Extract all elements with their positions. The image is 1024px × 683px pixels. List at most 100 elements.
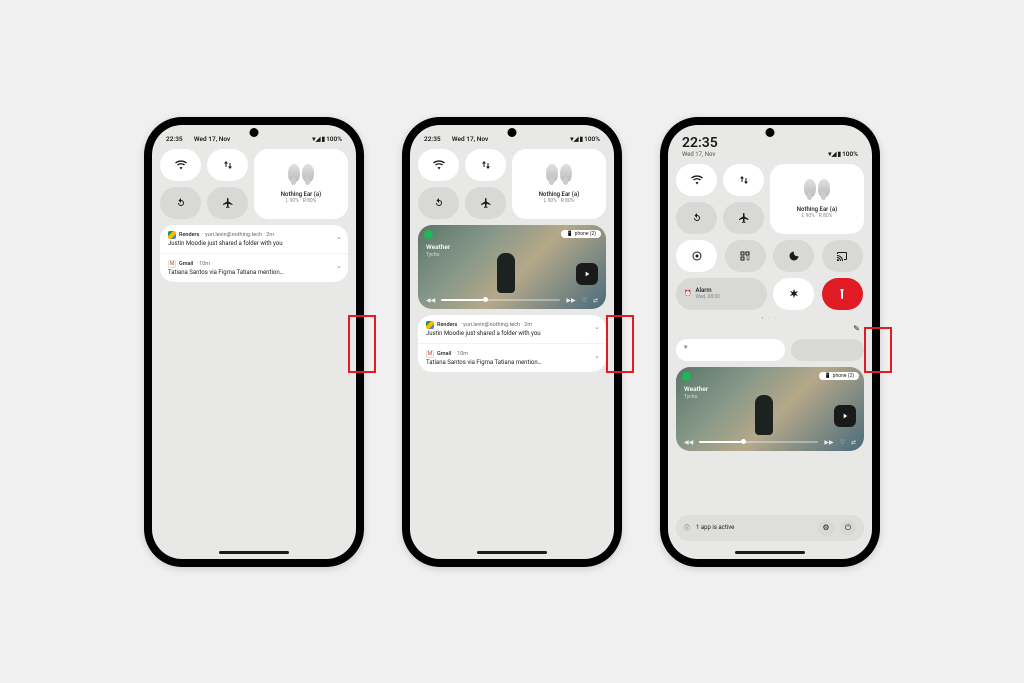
media-player-card[interactable]: 📱 phone (2) Weather Tycho ◀◀ ▶▶ ♡ ⇄ bbox=[418, 225, 606, 309]
alarm-tile[interactable]: ⏰ AlarmWed, 08:00 bbox=[676, 278, 767, 310]
play-icon bbox=[583, 270, 591, 278]
rotate-icon bbox=[691, 212, 703, 224]
highlight-box bbox=[864, 327, 892, 373]
nav-handle[interactable] bbox=[735, 551, 805, 554]
power-icon: ⏻ bbox=[845, 523, 851, 533]
highlight-box bbox=[606, 315, 634, 373]
forward-icon[interactable]: ▶▶ bbox=[824, 439, 833, 446]
notification-gmail[interactable]: MGmail· 10m Tatiana Santos via Figma Tat… bbox=[418, 344, 606, 372]
quick-settings-row: Nothing Ear (a) L 90% · R 80% bbox=[160, 149, 348, 219]
data-tile[interactable] bbox=[465, 149, 506, 181]
gmail-icon: M bbox=[426, 350, 434, 358]
wifi-tile[interactable] bbox=[418, 149, 459, 181]
data-arrows-icon bbox=[738, 174, 750, 186]
rotate-tile[interactable] bbox=[676, 202, 717, 234]
data-arrows-icon bbox=[222, 159, 234, 171]
moon-icon bbox=[788, 250, 800, 262]
media-title: Weather bbox=[684, 385, 708, 393]
heart-icon[interactable]: ♡ bbox=[582, 297, 587, 304]
output-device-chip[interactable]: 📱 phone (2) bbox=[819, 372, 859, 380]
rotate-tile[interactable] bbox=[418, 187, 459, 219]
rewind-icon[interactable]: ◀◀ bbox=[426, 297, 435, 304]
focus-tile[interactable] bbox=[676, 240, 717, 272]
nav-handle[interactable] bbox=[477, 551, 547, 554]
rotate-icon bbox=[433, 197, 445, 209]
airplane-tile[interactable] bbox=[207, 187, 248, 219]
footer-bar: ⓘ 1 app is active ⚙ ⏻ bbox=[676, 515, 864, 541]
cast-tile[interactable] bbox=[822, 240, 863, 272]
output-device-chip[interactable]: 📱 phone (2) bbox=[561, 230, 601, 238]
brightness-slider[interactable]: ☀ bbox=[676, 339, 785, 361]
airplane-tile[interactable] bbox=[465, 187, 506, 219]
play-icon bbox=[841, 412, 849, 420]
edit-icon[interactable]: ✎ bbox=[853, 324, 860, 333]
shuffle-icon[interactable]: ⇄ bbox=[851, 439, 856, 446]
data-tile[interactable] bbox=[723, 164, 764, 196]
wifi-tile[interactable] bbox=[160, 149, 201, 181]
airplane-tile[interactable] bbox=[723, 202, 764, 234]
rewind-icon[interactable]: ◀◀ bbox=[684, 439, 693, 446]
earbuds-icon bbox=[798, 179, 836, 203]
media-controls: ◀◀ ▶▶ ♡ ⇄ bbox=[426, 297, 598, 304]
notification-gmail[interactable]: MGmail· 10m Tatiana Santos via Figma Tat… bbox=[160, 254, 348, 282]
phone-mockup-2: 22:35 Wed 17, Nov ▾◢▮100% Nothing Ear (a… bbox=[402, 117, 622, 567]
media-player-card[interactable]: 📱 phone (2) Weather Tycho ◀◀ ▶▶ ♡ ⇄ bbox=[676, 367, 864, 451]
highlight-box bbox=[348, 315, 376, 373]
spotify-icon bbox=[424, 230, 433, 239]
play-button[interactable] bbox=[834, 405, 856, 427]
drive-icon bbox=[168, 231, 176, 239]
seek-bar[interactable] bbox=[699, 441, 818, 443]
power-button[interactable]: ⏻ bbox=[840, 520, 856, 536]
drive-icon bbox=[426, 321, 434, 329]
signal-icon: ▾◢ bbox=[312, 135, 320, 143]
quick-settings-row: Nothing Ear (a) L 90% · R 80% bbox=[676, 164, 864, 234]
alarm-icon: ⏰ bbox=[684, 290, 691, 297]
play-button[interactable] bbox=[576, 263, 598, 285]
earbuds-icon bbox=[540, 164, 578, 188]
sun-icon: ☀ bbox=[683, 344, 688, 351]
chevron-down-icon[interactable]: ⌄ bbox=[336, 233, 342, 241]
notification-drive[interactable]: Renders· yuri.levin@nothing.tech · 2m Ju… bbox=[418, 315, 606, 344]
flashlight-icon bbox=[836, 288, 848, 300]
seek-bar[interactable] bbox=[441, 299, 560, 301]
wifi-icon bbox=[691, 174, 703, 186]
rotate-tile[interactable] bbox=[160, 187, 201, 219]
earbuds-card[interactable]: Nothing Ear (a) L 90% · R 80% bbox=[512, 149, 606, 219]
qr-icon bbox=[739, 250, 751, 262]
glyph-tile[interactable] bbox=[773, 278, 814, 310]
chevron-down-icon[interactable]: ⌄ bbox=[336, 262, 342, 270]
data-tile[interactable] bbox=[207, 149, 248, 181]
heart-icon[interactable]: ♡ bbox=[840, 439, 845, 446]
album-art bbox=[497, 253, 515, 293]
flashlight-tile[interactable] bbox=[822, 278, 863, 310]
airplane-icon bbox=[222, 197, 234, 209]
wifi-tile[interactable] bbox=[676, 164, 717, 196]
wifi-icon bbox=[433, 159, 445, 171]
bedtime-tile[interactable] bbox=[773, 240, 814, 272]
camera-cutout bbox=[250, 128, 259, 137]
chevron-down-icon[interactable]: ⌄ bbox=[594, 323, 600, 331]
quick-settings-row: Nothing Ear (a) L 90% · R 80% bbox=[418, 149, 606, 219]
spotify-icon bbox=[682, 372, 691, 381]
qr-tile[interactable] bbox=[725, 240, 766, 272]
earbuds-card[interactable]: Nothing Ear (a) L 90% · R 80% bbox=[254, 149, 348, 219]
chevron-down-icon[interactable]: ⌄ bbox=[594, 352, 600, 360]
nav-handle[interactable] bbox=[219, 551, 289, 554]
shuffle-icon[interactable]: ⇄ bbox=[593, 297, 598, 304]
forward-icon[interactable]: ▶▶ bbox=[566, 297, 575, 304]
media-controls: ◀◀ ▶▶ ♡ ⇄ bbox=[684, 439, 856, 446]
notification-list: Renders· yuri.levin@nothing.tech · 2m Ju… bbox=[418, 315, 606, 372]
airplane-icon bbox=[480, 197, 492, 209]
gear-icon: ⚙ bbox=[822, 523, 829, 532]
camera-cutout bbox=[766, 128, 775, 137]
settings-button[interactable]: ⚙ bbox=[818, 520, 834, 536]
earbuds-icon bbox=[282, 164, 320, 188]
notification-drive[interactable]: Renders· yuri.levin@nothing.tech · 2m Ju… bbox=[160, 225, 348, 254]
camera-cutout bbox=[508, 128, 517, 137]
info-icon: ⓘ bbox=[684, 523, 690, 532]
footer-text[interactable]: 1 app is active bbox=[696, 524, 812, 531]
cast-icon bbox=[836, 250, 848, 262]
media-title: Weather bbox=[426, 243, 450, 251]
quick-settings-row-2: ⏰ AlarmWed, 08:00 bbox=[676, 240, 864, 310]
earbuds-card[interactable]: Nothing Ear (a) L 90% · R 80% bbox=[770, 164, 864, 234]
